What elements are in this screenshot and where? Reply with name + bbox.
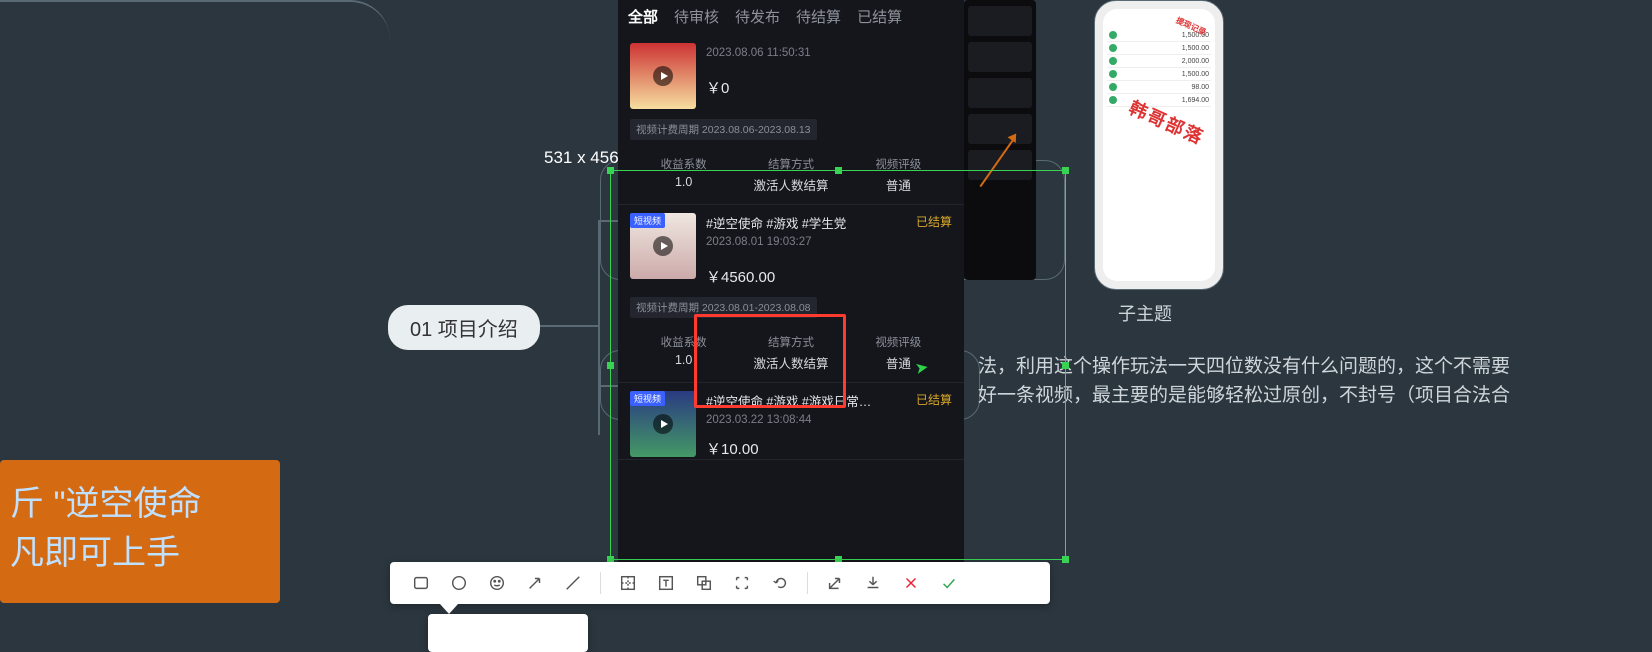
tab-settled[interactable]: 已结算 [857, 6, 902, 27]
resize-handle[interactable] [1062, 556, 1069, 563]
pen-tool[interactable] [556, 566, 590, 600]
resize-handle[interactable] [607, 167, 614, 174]
rect-tool[interactable] [404, 566, 438, 600]
billing-period: 视频计费周期 2023.08.06-2023.08.13 [630, 119, 817, 140]
tool-options-popup[interactable] [428, 614, 588, 652]
phone-mock: 提现记录 1,500.00 1,500.00 2,000.00 1,500.00… [1094, 0, 1224, 290]
save-tool[interactable] [856, 566, 890, 600]
selection-dimensions: 531 x 456 [544, 148, 619, 168]
separator [600, 572, 601, 594]
play-icon [653, 66, 673, 86]
arrow-tool[interactable] [518, 566, 552, 600]
tab-pending-publish[interactable]: 待发布 [735, 6, 780, 27]
separator [807, 572, 808, 594]
ellipse-tool[interactable] [442, 566, 476, 600]
screenshot-toolbar [390, 562, 1050, 604]
tab-bar: 全部 待审核 待发布 待结算 已结算 [618, 0, 964, 35]
phone-row: 98.00 [1107, 81, 1211, 94]
amount: ￥0 [706, 77, 952, 98]
mindmap-orange-node[interactable]: 斤 "逆空使命 凡即可上手 [0, 460, 280, 603]
mindmap-subtopic-label[interactable]: 子主题 [1118, 300, 1172, 326]
confirm-tool[interactable] [932, 566, 966, 600]
tab-all[interactable]: 全部 [628, 6, 658, 27]
mindmap-root-node[interactable]: 01 项目介绍 [388, 305, 540, 350]
phone-row: 1,500.00 [1107, 68, 1211, 81]
resize-handle[interactable] [607, 362, 614, 369]
tab-pending-settle[interactable]: 待结算 [796, 6, 841, 27]
phone-row: 1,500.00 [1107, 42, 1211, 55]
resize-handle[interactable] [1062, 167, 1069, 174]
phone-row: 2,000.00 [1107, 55, 1211, 68]
share-tool[interactable] [818, 566, 852, 600]
cancel-tool[interactable] [894, 566, 928, 600]
text-tool[interactable] [649, 566, 683, 600]
annotation-rect[interactable] [694, 314, 846, 408]
undo-tool[interactable] [763, 566, 797, 600]
mosaic-tool[interactable] [611, 566, 645, 600]
resize-handle[interactable] [1062, 362, 1069, 369]
ocr-tool[interactable] [725, 566, 759, 600]
text: 斤 "逆空使命 [10, 480, 250, 529]
pin-tool[interactable] [687, 566, 721, 600]
toolbar-caret [440, 604, 458, 614]
resize-handle[interactable] [835, 167, 842, 174]
emoji-tool[interactable] [480, 566, 514, 600]
text: 凡即可上手 [10, 529, 250, 578]
video-thumb[interactable] [630, 43, 696, 109]
tab-pending-review[interactable]: 待审核 [674, 6, 719, 27]
timestamp: 2023.08.06 11:50:31 [706, 47, 952, 59]
